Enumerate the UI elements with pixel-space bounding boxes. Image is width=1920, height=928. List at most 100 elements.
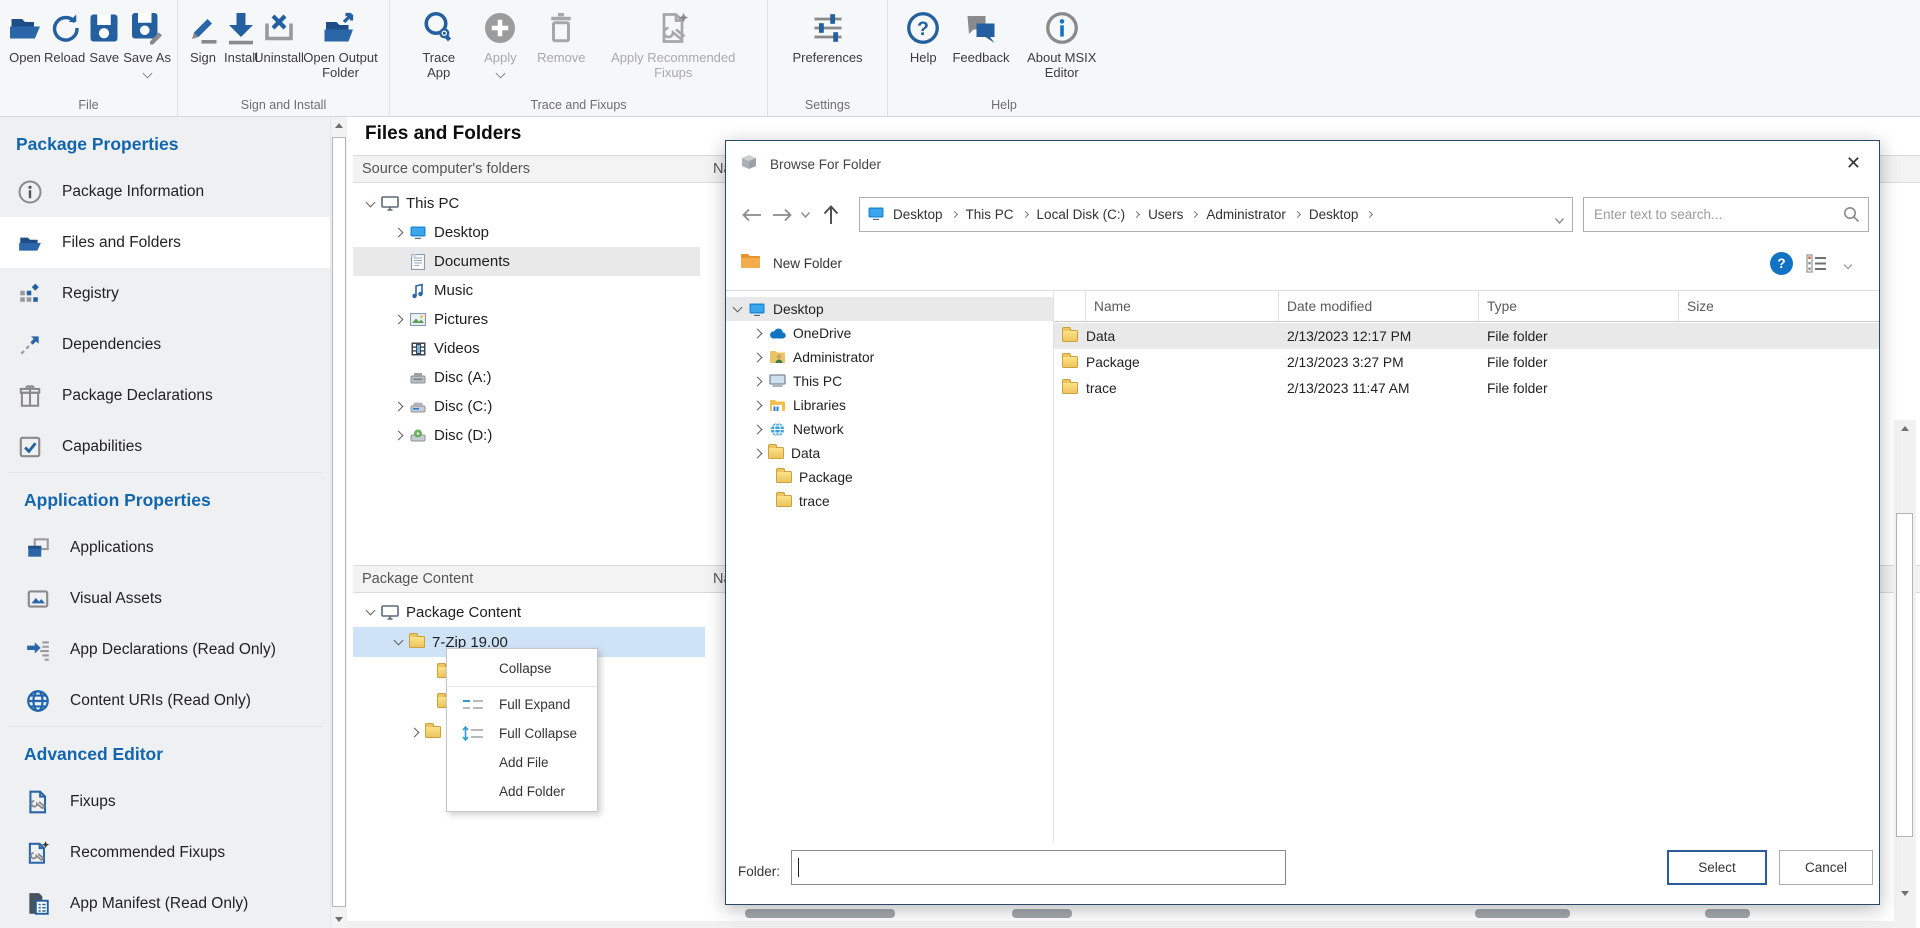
breadcrumb-segment[interactable]: Local Disk (C:)	[1037, 207, 1126, 222]
tree-item-pictures[interactable]: Pictures	[353, 305, 700, 334]
tree-item-this-pc[interactable]: This PC	[353, 189, 700, 218]
close-icon[interactable]: ✕	[1846, 153, 1861, 174]
breadcrumb-segment[interactable]: Users	[1148, 207, 1183, 222]
tree-item-music[interactable]: Music	[353, 276, 700, 305]
breadcrumb-segment[interactable]: This PC	[966, 207, 1014, 222]
sidebar-item-visual-assets[interactable]: Visual Assets	[8, 573, 322, 624]
scrollbar-down-icon[interactable]	[1901, 891, 1909, 896]
tree-item-disc-c[interactable]: Disc (C:)	[353, 392, 700, 421]
chevron-right-icon[interactable]	[394, 315, 404, 325]
search-input[interactable]	[1584, 198, 1868, 231]
save-as-button[interactable]: Save As	[123, 5, 171, 77]
sidebar-item-registry[interactable]: Registry	[0, 268, 330, 319]
chevron-down-icon[interactable]	[733, 303, 743, 313]
main-scrollbar-thumb[interactable]	[1896, 513, 1913, 837]
cancel-button[interactable]: Cancel	[1779, 850, 1873, 885]
scrollbar-down-icon[interactable]	[335, 917, 343, 922]
forward-arrow-icon[interactable]	[770, 197, 794, 232]
select-button[interactable]: Select	[1667, 850, 1767, 885]
sidebar-item-app-declarations[interactable]: App Declarations (Read Only)	[8, 624, 322, 675]
open-button[interactable]: Open	[6, 5, 44, 66]
dialog-tree-data[interactable]: Data	[726, 441, 1053, 465]
dialog-tree-libraries[interactable]: Libraries	[726, 393, 1053, 417]
sidebar-item-content-uris[interactable]: Content URIs (Read Only)	[8, 675, 322, 726]
context-menu-collapse[interactable]: Collapse	[447, 654, 597, 683]
feedback-button[interactable]: Feedback	[952, 5, 1009, 66]
sidebar-item-package-information[interactable]: Package Information	[0, 166, 330, 217]
tree-item-disc-a[interactable]: Disc (A:)	[353, 363, 700, 392]
chevron-right-icon[interactable]	[410, 727, 420, 737]
apply-recommended-fixups-button[interactable]: Apply Recommended Fixups	[603, 5, 743, 81]
chevron-right-icon[interactable]	[753, 352, 763, 362]
new-folder-button[interactable]: New Folder	[773, 256, 842, 271]
details-view-icon[interactable]	[1806, 254, 1827, 278]
apply-button[interactable]: Apply	[481, 5, 519, 77]
chevron-down-icon[interactable]	[394, 636, 404, 646]
open-output-folder-button[interactable]: Open Output Folder	[298, 5, 383, 81]
file-row-trace[interactable]: trace 2/13/2023 11:47 AM File folder	[1054, 375, 1879, 401]
file-row-data[interactable]: Data 2/13/2023 12:17 PM File folder	[1054, 323, 1879, 349]
sidebar-item-capabilities[interactable]: Capabilities	[0, 421, 330, 472]
chevron-down-icon[interactable]	[366, 197, 376, 207]
chevron-right-icon[interactable]	[394, 228, 404, 238]
sidebar-item-app-manifest[interactable]: App Manifest (Read Only)	[8, 878, 322, 928]
preferences-button[interactable]: Preferences	[792, 5, 862, 66]
main-vertical-scrollbar[interactable]	[1894, 420, 1916, 928]
sidebar-item-fixups[interactable]: Fixups	[8, 776, 322, 827]
trace-app-button[interactable]: Trace App	[414, 5, 464, 81]
chevron-right-icon[interactable]	[753, 424, 763, 434]
remove-button[interactable]: Remove	[537, 5, 585, 66]
chevron-down-icon[interactable]	[1555, 212, 1564, 227]
dialog-tree-trace[interactable]: trace	[726, 489, 1053, 513]
chevron-right-icon[interactable]	[753, 400, 763, 410]
tree-item-disc-d[interactable]: Disc (D:)	[353, 421, 700, 450]
chevron-right-icon[interactable]	[1191, 211, 1198, 218]
sidebar-item-applications[interactable]: Applications	[8, 522, 322, 573]
chevron-right-icon[interactable]	[394, 431, 404, 441]
dialog-title-bar[interactable]: Browse For Folder ✕	[726, 141, 1879, 187]
chevron-right-icon[interactable]	[753, 328, 763, 338]
chevron-right-icon[interactable]	[394, 402, 404, 412]
context-menu-add-folder[interactable]: Add Folder	[447, 777, 597, 806]
chevron-right-icon[interactable]	[1366, 211, 1373, 218]
folder-input[interactable]	[791, 850, 1286, 885]
type-column-header[interactable]: Type	[1479, 291, 1679, 322]
sidebar-item-package-declarations[interactable]: Package Declarations	[0, 370, 330, 421]
chevron-right-icon[interactable]	[950, 211, 957, 218]
sidebar-scrollbar-thumb[interactable]	[332, 137, 346, 907]
sign-button[interactable]: Sign	[184, 5, 222, 66]
context-menu-full-expand[interactable]: Full Expand	[447, 690, 597, 719]
sidebar-item-dependencies[interactable]: Dependencies	[0, 319, 330, 370]
file-row-package[interactable]: Package 2/13/2023 3:27 PM File folder	[1054, 349, 1879, 375]
dialog-tree-network[interactable]: Network	[726, 417, 1053, 441]
chevron-right-icon[interactable]	[753, 448, 763, 458]
uninstall-button[interactable]: Uninstall	[260, 5, 298, 66]
save-button[interactable]: Save	[85, 5, 123, 66]
dialog-tree-this-pc[interactable]: This PC	[726, 369, 1053, 393]
help-circle-icon[interactable]: ?	[1770, 252, 1793, 275]
chevron-right-icon[interactable]	[1133, 211, 1140, 218]
dialog-tree-package[interactable]: Package	[726, 465, 1053, 489]
scrollbar-up-icon[interactable]	[335, 123, 343, 128]
size-column-header[interactable]: Size	[1679, 291, 1879, 322]
reload-button[interactable]: Reload	[44, 5, 85, 66]
sidebar-item-files-and-folders[interactable]: Files and Folders	[0, 217, 330, 268]
name-column-header[interactable]: Name	[1086, 291, 1279, 322]
sidebar-scrollbar[interactable]	[330, 117, 347, 928]
chevron-right-icon[interactable]	[1022, 211, 1029, 218]
dialog-tree-onedrive[interactable]: OneDrive	[726, 321, 1053, 345]
chevron-down-icon[interactable]	[366, 606, 376, 616]
dialog-tree-administrator[interactable]: Administrator	[726, 345, 1053, 369]
context-menu-add-file[interactable]: Add File	[447, 748, 597, 777]
breadcrumb-segment[interactable]: Desktop	[893, 207, 943, 222]
chevron-right-icon[interactable]	[1294, 211, 1301, 218]
sidebar-item-recommended-fixups[interactable]: Recommended Fixups	[8, 827, 322, 878]
search-icon[interactable]	[1843, 206, 1860, 228]
chevron-down-icon[interactable]	[1844, 261, 1852, 269]
chevron-right-icon[interactable]	[753, 376, 763, 386]
tree-item-documents[interactable]: Documents	[353, 247, 700, 276]
tree-item-package-content[interactable]: Package Content	[353, 597, 700, 627]
breadcrumb-segment[interactable]: Desktop	[1309, 207, 1359, 222]
icon-column-header[interactable]	[1054, 291, 1086, 322]
back-arrow-icon[interactable]	[740, 197, 764, 232]
